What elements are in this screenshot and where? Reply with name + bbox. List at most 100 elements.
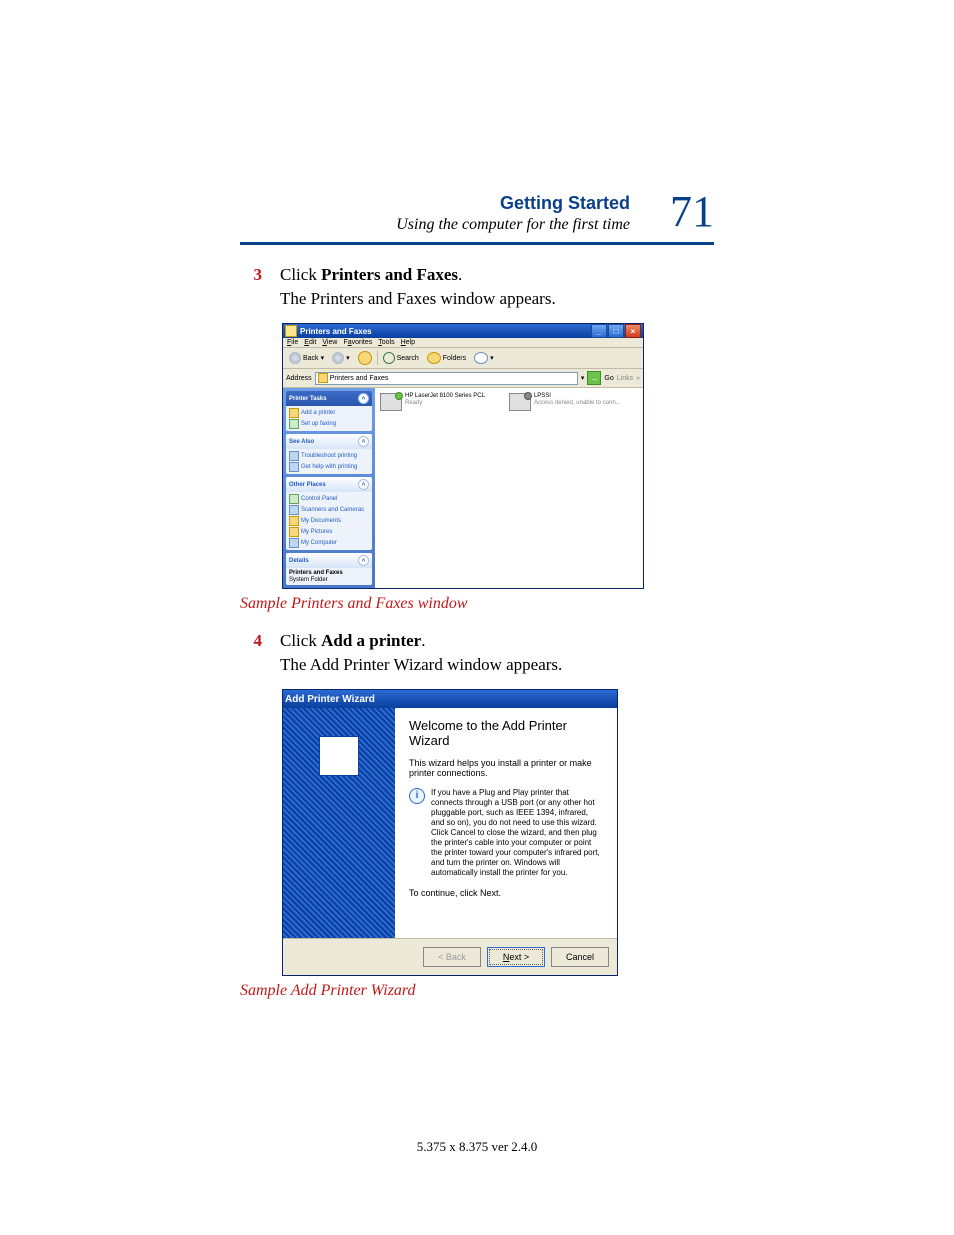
back-label: Back <box>303 355 319 362</box>
my-documents-link[interactable]: My Documents <box>289 516 369 526</box>
step-instruction: Click Add a printer. <box>280 631 562 651</box>
window-title: Add Printer Wizard <box>285 694 375 705</box>
menu-tools[interactable]: Tools <box>378 339 394 346</box>
wizard-paragraph-1: This wizard helps you install a printer … <box>409 758 603 778</box>
titlebar[interactable]: Printers and Faxes _ □ × <box>283 324 643 338</box>
step-bold: Printers and Faxes <box>321 265 458 284</box>
back-icon <box>289 352 301 364</box>
details-title: Details <box>289 558 309 564</box>
close-button[interactable]: × <box>625 324 641 338</box>
setup-faxing-link[interactable]: Set up faxing <box>289 419 369 429</box>
menu-file[interactable]: File <box>287 339 298 346</box>
address-field[interactable]: Printers and Faxes <box>315 372 578 385</box>
chevron-up-icon: ˄ <box>358 479 369 490</box>
see-also-header[interactable]: See Also ˄ <box>286 434 372 449</box>
window-icon <box>285 325 297 337</box>
maximize-button[interactable]: □ <box>608 324 624 338</box>
menu-view[interactable]: View <box>322 339 337 346</box>
go-label: Go <box>604 375 613 382</box>
see-also-title: See Also <box>289 439 314 445</box>
wizard-note: i If you have a Plug and Play printer th… <box>409 788 603 878</box>
scanners-link[interactable]: Scanners and Cameras <box>289 505 369 515</box>
wizard-button-row: < Back Next > Cancel <box>283 938 617 975</box>
folders-label: Folders <box>443 355 466 362</box>
back-button: < Back <box>423 947 481 967</box>
wizard-heading: Welcome to the Add Printer Wizard <box>409 718 603 748</box>
step-paragraph: The Printers and Faxes window appears. <box>280 289 556 309</box>
section-subtitle: Using the computer for the first time <box>396 216 630 234</box>
chevron-up-icon: ˄ <box>358 555 369 566</box>
control-panel-label: Control Panel <box>301 496 337 502</box>
control-panel-icon <box>289 494 299 504</box>
figure-caption-1: Sample Printers and Faxes window <box>240 595 714 613</box>
help-icon <box>289 451 299 461</box>
wizard-body: Welcome to the Add Printer Wizard This w… <box>283 708 617 938</box>
my-computer-link[interactable]: My Computer <box>289 538 369 548</box>
cancel-button[interactable]: Cancel <box>551 947 609 967</box>
address-icon <box>318 373 328 383</box>
details-header[interactable]: Details ˄ <box>286 553 372 568</box>
menu-edit[interactable]: Edit <box>304 339 316 346</box>
other-places-box: Other Places ˄ Control Panel Scanners and… <box>286 477 372 550</box>
next-button[interactable]: Next > <box>487 947 545 967</box>
folder-icon <box>289 527 299 537</box>
printer-tasks-header[interactable]: Printer Tasks ˄ <box>286 391 372 406</box>
get-help-link[interactable]: Get help with printing <box>289 462 369 472</box>
search-button[interactable]: Search <box>380 351 422 365</box>
folder-icon <box>289 516 299 526</box>
my-pictures-link[interactable]: My Pictures <box>289 527 369 537</box>
printer-tasks-items: Add a printer Set up faxing <box>286 406 372 431</box>
get-help-label: Get help with printing <box>301 464 357 470</box>
other-places-title: Other Places <box>289 482 326 488</box>
address-dropdown[interactable]: ▾ <box>581 374 585 382</box>
search-label: Search <box>397 355 419 362</box>
back-button[interactable]: Back ▾ <box>286 351 327 365</box>
add-printer-label: Add a printer <box>301 410 335 416</box>
info-icon: i <box>409 788 425 804</box>
printer-tasks-title: Printer Tasks <box>289 396 327 402</box>
step-instruction: Click Printers and Faxes. <box>280 265 556 285</box>
step-tail: . <box>458 265 462 284</box>
printer-item-1[interactable]: HP LaserJet 8100 Series PCL Ready <box>380 393 485 411</box>
printer-name: HP LaserJet 8100 Series PCL <box>405 393 485 400</box>
details-name: Printers and Faxes <box>289 570 369 576</box>
views-button[interactable]: ▾ <box>471 351 497 365</box>
add-printer-link[interactable]: Add a printer <box>289 408 369 418</box>
printer-item-2[interactable]: LPSSI Access denied, unable to conn... <box>509 393 621 411</box>
forward-button[interactable]: ▾ <box>329 351 353 365</box>
menu-help[interactable]: Help <box>401 339 415 346</box>
troubleshoot-link[interactable]: Troubleshoot printing <box>289 451 369 461</box>
step-lead: Click <box>280 265 321 284</box>
address-bar: Address Printers and Faxes ▾ → Go Links» <box>283 369 643 388</box>
help-icon <box>289 462 299 472</box>
up-icon <box>358 351 372 365</box>
printer-icon <box>380 393 402 411</box>
printer-tasks-box: Printer Tasks ˄ Add a printer Set up faxi… <box>286 391 372 431</box>
minimize-button[interactable]: _ <box>591 324 607 338</box>
step-body: Click Add a printer. The Add Printer Wiz… <box>280 631 562 675</box>
titlebar[interactable]: Add Printer Wizard <box>283 690 617 708</box>
menu-favorites[interactable]: Favorites <box>343 339 372 346</box>
step-number: 3 <box>240 265 262 309</box>
printer-icon <box>289 408 299 418</box>
address-label: Address <box>286 375 312 382</box>
chevron-up-icon: ˄ <box>358 393 369 404</box>
file-area[interactable]: HP LaserJet 8100 Series PCL Ready LPSSI … <box>375 388 643 588</box>
wizard-paragraph-2: To continue, click Next. <box>409 888 603 898</box>
troubleshoot-label: Troubleshoot printing <box>301 453 357 459</box>
details-box: Details˄ Printers and Faxes System Folde… <box>286 553 372 585</box>
setup-faxing-label: Set up faxing <box>301 421 336 427</box>
printer-status: Access denied, unable to conn... <box>534 400 621 407</box>
chevron-up-icon: ˄ <box>358 436 369 447</box>
up-button[interactable] <box>355 350 375 366</box>
other-places-header[interactable]: Other Places ˄ <box>286 477 372 492</box>
printer-icon <box>325 742 351 768</box>
folders-button[interactable]: Folders <box>424 351 469 365</box>
page-header: Getting Started Using the computer for t… <box>240 190 714 234</box>
control-panel-link[interactable]: Control Panel <box>289 494 369 504</box>
address-value: Printers and Faxes <box>330 375 389 382</box>
printer-status: Ready <box>405 400 485 407</box>
forward-icon <box>332 352 344 364</box>
go-button[interactable]: → <box>587 371 601 385</box>
content-area: Getting Started Using the computer for t… <box>240 190 714 1000</box>
